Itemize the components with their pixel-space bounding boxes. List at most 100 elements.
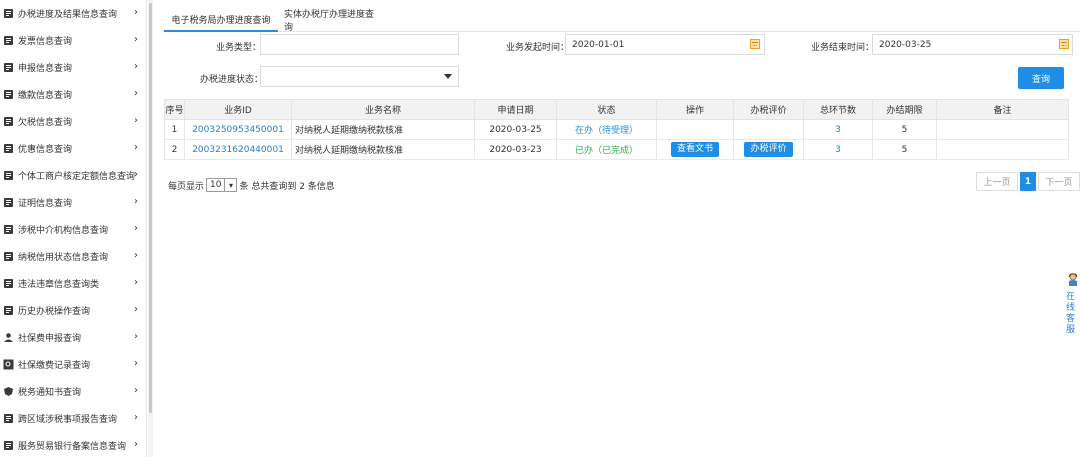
chevron-right-icon: ›	[134, 304, 138, 315]
biz-type-input[interactable]	[260, 34, 459, 55]
prev-page-button[interactable]: 上一页	[976, 172, 1018, 191]
table-body: 1 2003250953450001 对纳税人延期缴纳税款核准 2020-03-25 在…	[164, 119, 1069, 160]
tax-evaluation-button[interactable]: 办税评价	[744, 142, 793, 157]
sidebar-item[interactable]: 缴款信息查询 ›	[0, 81, 146, 108]
business-id-link[interactable]: 2003231620440001	[192, 145, 284, 155]
table-cell: 办税评价	[733, 139, 804, 160]
chevron-right-icon: ›	[134, 34, 138, 45]
sidebar-item-label: 办税进度及结果信息查询	[18, 10, 118, 20]
sidebar-item-label: 税务通知书查询	[18, 388, 82, 398]
cross-region-icon	[3, 413, 14, 424]
sidebar-item[interactable]: 跨区域涉税事项报告查询 ›	[0, 405, 146, 432]
main-content: 电子税务局办理进度查询 实体办税厅办理进度查询 业务类型： 业务发起时间： 20…	[162, 0, 1080, 457]
column-header: 总环节数	[803, 99, 873, 120]
tab-electronic-progress[interactable]: 电子税务局办理进度查询	[164, 8, 278, 32]
notice-icon	[3, 386, 14, 397]
table-row: 2 2003231620440001 对纳税人延期缴纳税款核准 2020-03-23 已…	[164, 139, 1069, 160]
sidebar-item[interactable]: 优惠信息查询 ›	[0, 135, 146, 162]
table-cell: 2020-03-23	[474, 139, 557, 160]
next-page-button[interactable]: 下一页	[1038, 172, 1080, 191]
sidebar-item-label: 申报信息查询	[18, 64, 73, 74]
chevron-right-icon: ›	[134, 331, 138, 342]
table-cell: 已办（已完成）	[556, 139, 657, 160]
column-header: 业务ID	[184, 99, 292, 120]
total-steps-link[interactable]: 3	[835, 125, 841, 135]
sidebar-item[interactable]: 社保费申报查询 ›	[0, 324, 146, 351]
sidebar-item-label: 涉税中介机构信息查询	[18, 226, 109, 236]
column-header: 申请日期	[474, 99, 557, 120]
online-service-widget[interactable]: 在线客服	[1064, 273, 1080, 335]
page-size-prefix: 每页显示	[168, 181, 205, 192]
start-date-input[interactable]: 2020-01-01	[565, 34, 765, 55]
page-size-control: 每页显示 10 ▾ 条 总共查询到 2 条信息	[168, 178, 335, 192]
status-text: 在办（待受理）	[574, 126, 638, 136]
apply-date: 2020-03-25	[489, 124, 542, 135]
sidebar-item-label: 跨区域涉税事项报告查询	[18, 415, 118, 425]
arrears-icon	[3, 116, 14, 127]
table-cell: 1	[164, 119, 185, 140]
column-header: 办结期限	[872, 99, 937, 120]
progress-table: 序号 业务ID 业务名称 申请日期 状态 操作 办税评价 总环节数 办结期限 备注 1 200325…	[164, 99, 1069, 160]
sidebar-item[interactable]: 证明信息查询 ›	[0, 189, 146, 216]
sidebar-item[interactable]: 税务通知书查询 ›	[0, 378, 146, 405]
sidebar-item[interactable]: 历史办税操作查询 ›	[0, 297, 146, 324]
sidebar-item[interactable]: 办税进度及结果信息查询 ›	[0, 0, 146, 27]
business-icon	[3, 170, 14, 181]
page-size-value: 10	[210, 180, 222, 190]
table-cell	[936, 139, 1069, 160]
chevron-right-icon: ›	[134, 439, 138, 450]
sidebar-item[interactable]: 服务贸易银行备案信息查询 ›	[0, 432, 146, 457]
table-cell	[936, 119, 1069, 140]
sidebar-scrollbar-thumb[interactable]	[149, 3, 152, 413]
sidebar-item-label: 发票信息查询	[18, 37, 73, 47]
sidebar-item[interactable]: 申报信息查询 ›	[0, 54, 146, 81]
sidebar-item[interactable]: 欠税信息查询 ›	[0, 108, 146, 135]
sidebar-item[interactable]: 纳税信用状态信息查询 ›	[0, 243, 146, 270]
total-steps-link[interactable]: 3	[835, 145, 841, 155]
discount-icon	[3, 143, 14, 154]
status-select[interactable]	[260, 66, 459, 87]
tab-physical-progress[interactable]: 实体办税厅办理进度查询	[284, 8, 378, 33]
sidebar-item-label: 缴款信息查询	[18, 91, 73, 101]
sidebar-item-label: 违法违章信息查询类	[18, 280, 100, 290]
column-header: 业务名称	[291, 99, 475, 120]
end-date-input[interactable]: 2020-03-25	[872, 34, 1073, 55]
calendar-icon[interactable]	[1059, 39, 1069, 49]
sidebar-item[interactable]: 个体工商户核定定额信息查询 ›	[0, 162, 146, 189]
page-1-button[interactable]: 1	[1020, 172, 1036, 191]
sidebar-item[interactable]: 社保缴费记录查询 ›	[0, 351, 146, 378]
query-button[interactable]: 查询	[1018, 67, 1064, 89]
chevron-down-icon: ▾	[224, 179, 236, 191]
chevron-right-icon: ›	[134, 142, 138, 153]
status-text: 已办（已完成）	[574, 146, 638, 156]
sidebar-item[interactable]: 发票信息查询 ›	[0, 27, 146, 54]
chevron-right-icon: ›	[134, 88, 138, 99]
table-cell	[733, 119, 804, 140]
business-id-link[interactable]: 2003250953450001	[192, 125, 284, 135]
chevron-right-icon: ›	[134, 61, 138, 72]
invoice-icon	[3, 35, 14, 46]
table-cell: 2003231620440001	[184, 139, 292, 160]
calendar-icon[interactable]	[750, 39, 760, 49]
page-size-select[interactable]: 10 ▾	[206, 178, 238, 192]
row-number: 2	[171, 144, 178, 155]
column-header: 备注	[936, 99, 1069, 120]
sidebar-item[interactable]: 涉税中介机构信息查询 ›	[0, 216, 146, 243]
start-date-label: 业务发起时间：	[506, 43, 570, 53]
customer-service-icon	[1068, 273, 1078, 286]
sidebar-item-label: 纳税信用状态信息查询	[18, 253, 109, 263]
sidebar-item-label: 服务贸易银行备案信息查询	[18, 442, 127, 452]
sidebar-item-label: 历史办税操作查询	[18, 307, 91, 317]
sidebar-item-label: 证明信息查询	[18, 199, 73, 209]
biz-type-label: 业务类型：	[216, 43, 262, 53]
view-document-button[interactable]: 查看文书	[670, 142, 719, 157]
history-icon	[3, 305, 14, 316]
table-cell: 在办（待受理）	[556, 119, 657, 140]
chevron-right-icon: ›	[134, 250, 138, 261]
chevron-down-icon[interactable]	[444, 74, 452, 79]
table-cell: 查看文书	[656, 139, 734, 160]
sidebar-list: 办税进度及结果信息查询 › 发票信息查询 › 申报信息查询 › 缴款信息查询 › 欠税信息查询 ›…	[0, 0, 146, 457]
social-declare-icon	[3, 332, 14, 343]
apply-date: 2020-03-23	[489, 144, 542, 155]
sidebar-item[interactable]: 违法违章信息查询类 ›	[0, 270, 146, 297]
